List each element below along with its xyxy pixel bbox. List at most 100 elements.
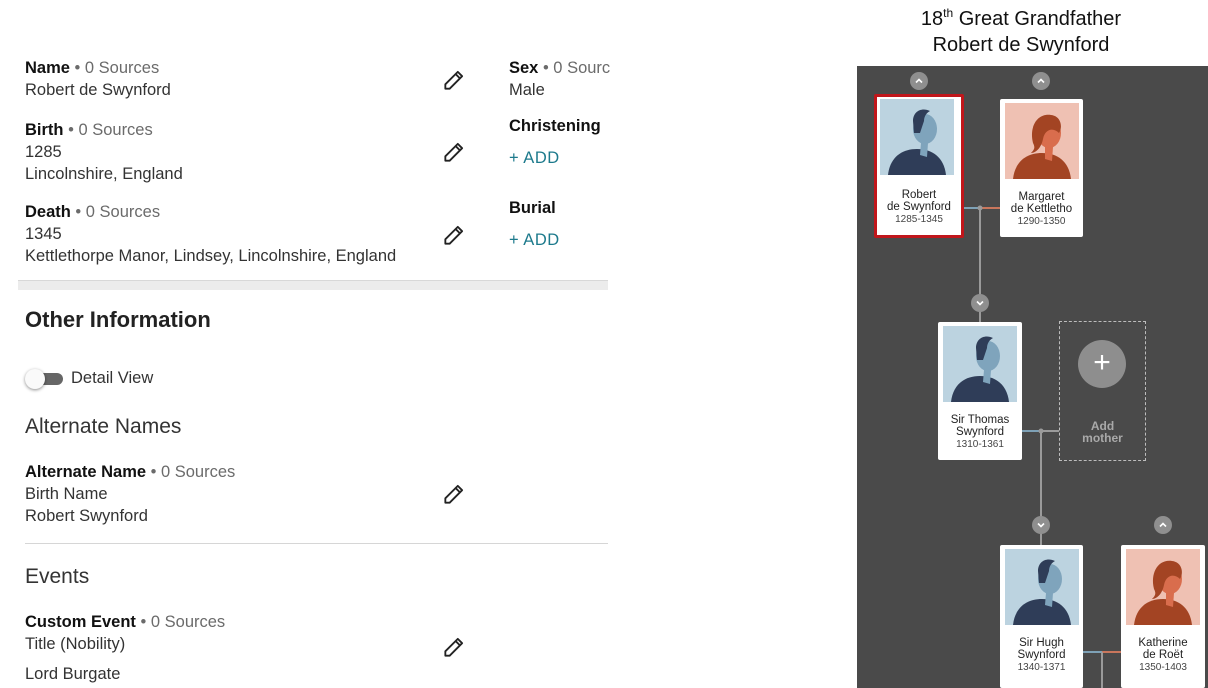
person-surname: Swynford bbox=[956, 426, 1004, 438]
alternate-name-sources[interactable]: • 0 Sources bbox=[146, 463, 236, 481]
avatar bbox=[1005, 103, 1079, 179]
edit-custom-event-button[interactable] bbox=[441, 634, 467, 660]
burial-label: Burial bbox=[509, 199, 556, 217]
generation-suffix: th bbox=[943, 6, 954, 20]
person-card-katherine[interactable]: Katherine de Roët 1350-1403 bbox=[1121, 545, 1205, 688]
relationship-text: Great Grandfather bbox=[953, 8, 1122, 30]
person-name: Margaret bbox=[1018, 191, 1065, 203]
events-heading: Events bbox=[25, 565, 90, 588]
pencil-icon bbox=[444, 484, 464, 504]
custom-event-fact: Custom Event • 0 Sources Title (Nobility… bbox=[25, 611, 225, 685]
pencil-icon bbox=[444, 70, 464, 90]
male-silhouette-icon bbox=[1005, 549, 1079, 625]
expand-parents-margaret-button[interactable] bbox=[1032, 72, 1050, 90]
custom-event-type: Title (Nobility) bbox=[25, 635, 126, 653]
generation-number: 18 bbox=[920, 8, 944, 30]
edit-alternate-name-button[interactable] bbox=[441, 481, 467, 507]
birth-label: Birth bbox=[25, 121, 64, 139]
pencil-icon bbox=[444, 225, 464, 245]
pencil-icon bbox=[444, 142, 464, 162]
person-name: Sir Thomas bbox=[950, 414, 1010, 426]
custom-event-sources[interactable]: • 0 Sources bbox=[136, 613, 226, 631]
female-silhouette-icon bbox=[1005, 103, 1079, 179]
custom-event-value: Lord Burgate bbox=[25, 665, 121, 683]
detail-view-toggle[interactable] bbox=[25, 369, 63, 389]
expand-parents-robert-button[interactable] bbox=[910, 72, 928, 90]
name-sources[interactable]: • 0 Sources bbox=[70, 59, 160, 77]
male-silhouette-icon bbox=[943, 326, 1017, 402]
death-sources[interactable]: • 0 Sources bbox=[71, 203, 160, 221]
death-fact: Death • 0 Sources 1345 Kettlethorpe Mano… bbox=[25, 201, 396, 267]
sex-value: Male bbox=[509, 81, 545, 99]
person-years: 1310-1361 bbox=[956, 439, 1004, 450]
other-information-title: Other Information bbox=[25, 307, 211, 332]
chevron-down-icon bbox=[1037, 522, 1045, 528]
person-years: 1285-1345 bbox=[895, 214, 943, 225]
detail-view-label: Detail View bbox=[71, 369, 154, 387]
sex-sources[interactable]: • 0 Sources bbox=[538, 59, 610, 77]
relationship-person-name: Robert de Swynford bbox=[932, 34, 1110, 56]
birth-fact: Birth • 0 Sources 1285 Lincolnshire, Eng… bbox=[25, 119, 183, 185]
alternate-name-fact: Alternate Name • 0 Sources Birth Name Ro… bbox=[25, 461, 235, 527]
chevron-up-icon bbox=[915, 78, 923, 84]
christening-label: Christening bbox=[509, 117, 601, 135]
alternate-name-type: Birth Name bbox=[25, 485, 108, 503]
collapse-children-button[interactable] bbox=[971, 294, 989, 312]
avatar bbox=[1126, 549, 1200, 625]
pencil-icon bbox=[444, 637, 464, 657]
person-name: Robert bbox=[901, 189, 937, 201]
person-card-robert[interactable]: Robert de Swynford 1285-1345 bbox=[874, 94, 964, 238]
person-surname: Swynford bbox=[1017, 649, 1066, 661]
name-value: Robert de Swynford bbox=[25, 81, 171, 99]
divider-line bbox=[25, 543, 608, 544]
person-name: Katherine bbox=[1138, 637, 1188, 649]
name-fact: Name • 0 Sources Robert de Swynford bbox=[25, 57, 171, 101]
edit-name-button[interactable] bbox=[441, 67, 467, 93]
add-christening-link[interactable]: + ADD bbox=[509, 149, 560, 168]
custom-event-label: Custom Event bbox=[25, 613, 136, 631]
avatar bbox=[943, 326, 1017, 402]
birth-date: 1285 bbox=[25, 143, 62, 161]
collapse-children-thomas-button[interactable] bbox=[1032, 516, 1050, 534]
add-burial-link[interactable]: + ADD bbox=[509, 231, 560, 250]
person-years: 1290-1350 bbox=[1017, 216, 1066, 227]
sex-fact: Sex • 0 Sources Male bbox=[509, 57, 610, 101]
chevron-down-icon bbox=[976, 300, 984, 306]
person-surname: de Roët bbox=[1142, 649, 1184, 661]
plus-icon: + bbox=[1078, 340, 1126, 388]
person-years: 1350-1403 bbox=[1139, 662, 1187, 673]
section-divider bbox=[18, 280, 608, 290]
add-mother-label-line2: mother bbox=[1082, 431, 1123, 445]
relationship-title: 18th Great Grandfather Robert de Swynfor… bbox=[857, 6, 1185, 58]
expand-parents-katherine-button[interactable] bbox=[1154, 516, 1172, 534]
avatar bbox=[880, 99, 954, 175]
alternate-name-label: Alternate Name bbox=[25, 463, 147, 481]
death-place: Kettlethorpe Manor, Lindsey, Lincolnshir… bbox=[25, 247, 397, 265]
chevron-up-icon bbox=[1037, 78, 1045, 84]
toggle-knob bbox=[25, 369, 45, 389]
avatar bbox=[1005, 549, 1079, 625]
person-card-margaret[interactable]: Margaret de Kettletho 1290-1350 bbox=[1000, 99, 1083, 237]
person-card-hugh[interactable]: Sir Hugh Swynford 1340-1371 bbox=[1000, 545, 1083, 688]
birth-place: Lincolnshire, England bbox=[25, 165, 183, 183]
alternate-name-value: Robert Swynford bbox=[25, 507, 148, 525]
death-date: 1345 bbox=[25, 225, 62, 243]
chevron-up-icon bbox=[1159, 522, 1167, 528]
person-years: 1340-1371 bbox=[1017, 662, 1066, 673]
edit-birth-button[interactable] bbox=[441, 139, 467, 165]
male-silhouette-icon bbox=[880, 99, 954, 175]
person-surname: de Kettletho bbox=[1010, 203, 1073, 215]
person-card-thomas[interactable]: Sir Thomas Swynford 1310-1361 bbox=[938, 322, 1022, 460]
sex-label: Sex bbox=[509, 59, 539, 77]
name-label: Name bbox=[25, 59, 70, 77]
add-mother-button[interactable]: + Add mother bbox=[1059, 321, 1146, 461]
person-name: Sir Hugh bbox=[1019, 637, 1064, 649]
family-tree-view[interactable]: Robert de Swynford 1285-1345 Margaret de… bbox=[857, 66, 1208, 688]
birth-sources[interactable]: • 0 Sources bbox=[64, 121, 153, 139]
alternate-names-heading: Alternate Names bbox=[25, 415, 182, 438]
person-surname: de Swynford bbox=[887, 201, 951, 213]
person-details-panel: Name • 0 Sources Robert de Swynford Birt… bbox=[0, 0, 610, 688]
edit-death-button[interactable] bbox=[441, 222, 467, 248]
death-label: Death bbox=[25, 203, 71, 221]
female-silhouette-icon bbox=[1126, 549, 1200, 625]
